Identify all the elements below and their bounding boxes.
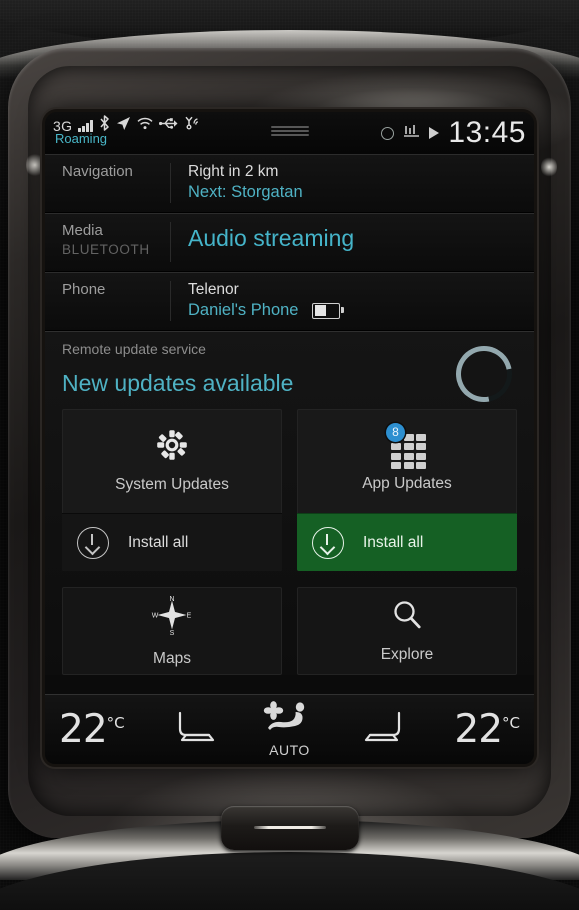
usb-icon <box>158 117 178 135</box>
svg-text:N: N <box>169 596 174 603</box>
tile-explore-top[interactable]: Explore <box>297 587 517 675</box>
media-line1: Audio streaming <box>188 225 355 251</box>
media-source-label: BLUETOOTH <box>62 242 150 257</box>
media-row[interactable]: Media BLUETOOTH Audio streaming <box>45 213 534 272</box>
driver-seat-heat-icon[interactable] <box>169 707 217 752</box>
media-row-label: Media BLUETOOTH <box>45 222 170 257</box>
gear-icon <box>155 428 189 467</box>
seat-head <box>295 702 304 712</box>
app-updates-badge: 8 <box>386 422 405 442</box>
install-all-system-button[interactable]: Install all <box>62 513 282 571</box>
gps-arrow-icon <box>116 116 131 136</box>
driver-temperature-value: 22 <box>59 707 108 752</box>
update-tiles: System Updates Install all 8 App Updates… <box>45 409 534 675</box>
media-row-body: Audio streaming <box>170 222 534 262</box>
tile-system-updates[interactable]: System Updates Install all <box>62 409 282 571</box>
tile-system-updates-label: System Updates <box>115 476 229 493</box>
phone-row-label: Phone <box>45 281 170 298</box>
climate-bar: 22°C AUTO 22°C <box>45 694 534 764</box>
app-grid-icon: 8 <box>386 422 426 469</box>
install-all-apps-button[interactable]: Install all <box>297 513 517 571</box>
dashboard-surround: 3G Roaming 13:45 Navigation Right in 2 k… <box>0 0 579 910</box>
download-icon <box>312 526 344 559</box>
screen-grip-nub <box>270 126 309 138</box>
install-all-apps-label: Install all <box>363 533 424 551</box>
navigation-line1: Right in 2 km <box>188 163 279 180</box>
antenna-icon <box>184 116 202 135</box>
media-title: Media <box>62 222 103 239</box>
passenger-temperature-value: 22 <box>454 707 503 752</box>
roaming-label: Roaming <box>55 131 108 146</box>
tile-app-updates-label: App Updates <box>362 474 452 492</box>
tile-explore-label: Explore <box>380 646 434 663</box>
tile-explore[interactable]: Explore <box>297 587 517 675</box>
phone-title: Phone <box>62 281 106 298</box>
remote-update-panel: Remote update service New updates availa… <box>45 331 534 675</box>
download-icon <box>77 526 109 559</box>
phone-line2: Daniel's Phone <box>188 301 299 319</box>
circle-icon <box>381 126 395 140</box>
tile-row-apps: N S E W Maps Explore <box>62 587 517 675</box>
fan-seat-auto-icon <box>262 701 318 740</box>
infotainment-screen: 3G Roaming 13:45 Navigation Right in 2 k… <box>45 112 534 764</box>
tile-maps-label: Maps <box>153 650 191 667</box>
driver-temperature[interactable]: 22°C <box>59 710 125 749</box>
housing-highlight-left <box>26 152 44 178</box>
passenger-seat-heat-icon[interactable] <box>362 707 410 752</box>
navigation-row-label: Navigation <box>45 163 170 180</box>
compass-icon: N S E W <box>151 594 193 641</box>
driver-temperature-unit: °C <box>106 714 125 732</box>
phone-row-body: Telenor Daniel's Phone <box>170 281 534 321</box>
tile-system-updates-top[interactable]: System Updates <box>62 409 282 513</box>
status-bar-right: 13:45 <box>381 112 526 154</box>
signal-bars-icon <box>78 119 93 132</box>
tile-app-updates[interactable]: 8 App Updates Install all <box>297 409 517 571</box>
battery-icon <box>312 302 345 319</box>
tile-maps-top[interactable]: N S E W Maps <box>62 587 282 675</box>
navigation-line2: Next: Storgatan <box>188 183 303 201</box>
clock-label: 13:45 <box>448 116 526 149</box>
tile-row-updates: System Updates Install all 8 App Updates… <box>62 409 517 571</box>
equalizer-icon <box>403 124 420 143</box>
svg-text:S: S <box>170 630 175 636</box>
svg-text:W: W <box>152 613 159 620</box>
phone-row[interactable]: Phone Telenor Daniel's Phone <box>45 272 534 331</box>
wifi-icon <box>137 117 153 135</box>
passenger-temperature[interactable]: 22°C <box>454 710 520 749</box>
search-icon <box>390 598 424 637</box>
svg-text:E: E <box>187 613 192 620</box>
tile-maps[interactable]: N S E W Maps <box>62 587 282 675</box>
housing-highlight-right <box>541 156 557 178</box>
navigation-row[interactable]: Navigation Right in 2 km Next: Storgatan <box>45 154 534 213</box>
fan-blades <box>263 701 283 720</box>
phone-line2-wrap: Daniel's Phone <box>188 301 534 320</box>
auto-label: AUTO <box>269 742 310 758</box>
status-bar: 3G Roaming 13:45 <box>45 112 534 154</box>
home-button[interactable] <box>221 806 359 850</box>
install-all-system-label: Install all <box>128 533 189 551</box>
panel-header: Remote update service <box>62 341 206 357</box>
info-rows: Navigation Right in 2 km Next: Storgatan… <box>45 154 534 331</box>
climate-auto-control[interactable]: AUTO <box>262 701 318 758</box>
navigation-row-body: Right in 2 km Next: Storgatan <box>170 163 534 203</box>
tile-app-updates-top[interactable]: 8 App Updates <box>297 409 517 513</box>
play-icon <box>429 127 440 139</box>
navigation-title: Navigation <box>62 163 133 180</box>
phone-line1: Telenor <box>188 281 239 298</box>
passenger-temperature-unit: °C <box>502 714 520 732</box>
